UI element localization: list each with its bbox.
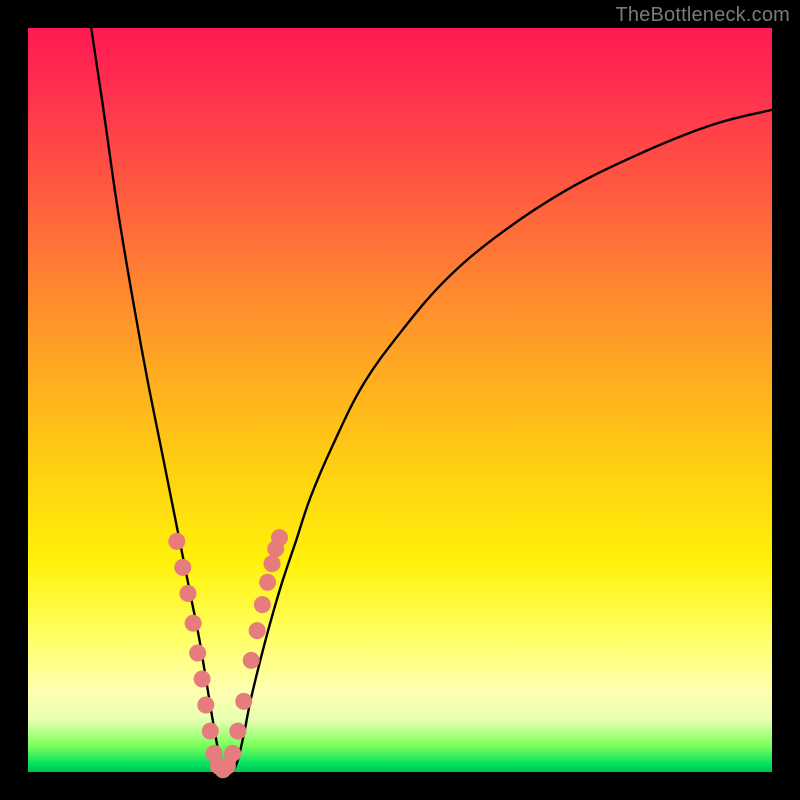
data-marker [224, 745, 241, 762]
data-marker [229, 723, 246, 740]
data-marker [168, 533, 185, 550]
data-marker [249, 622, 266, 639]
data-marker [235, 693, 252, 710]
watermark-label: TheBottleneck.com [615, 4, 790, 27]
data-marker [179, 585, 196, 602]
data-marker [197, 697, 214, 714]
chart-svg [28, 28, 772, 772]
plot-area [28, 28, 772, 772]
data-marker [189, 644, 206, 661]
data-marker [185, 615, 202, 632]
data-marker [174, 559, 191, 576]
data-marker [271, 529, 288, 546]
data-marker [194, 671, 211, 688]
data-marker [243, 652, 260, 669]
chart-frame: TheBottleneck.com [0, 0, 800, 800]
data-marker [264, 555, 281, 572]
curve-line [91, 28, 772, 772]
data-marker [254, 596, 271, 613]
curve-markers [168, 529, 288, 778]
data-marker [202, 723, 219, 740]
data-marker [259, 574, 276, 591]
